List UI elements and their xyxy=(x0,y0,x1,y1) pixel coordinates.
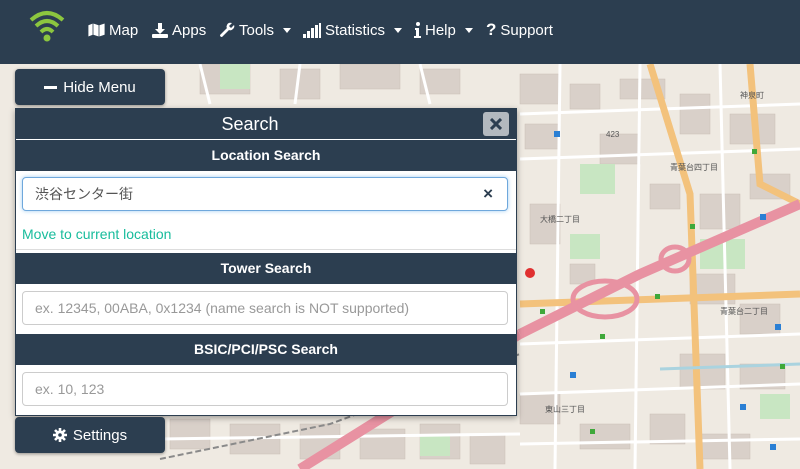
nav-statistics-label: Statistics xyxy=(325,21,386,39)
map-place-label: 青葉台四丁目 xyxy=(670,163,718,172)
map-road-number: 423 xyxy=(606,130,620,139)
tower-search-field[interactable] xyxy=(22,291,508,325)
nav-support[interactable]: ? Support xyxy=(486,20,553,40)
clear-icon[interactable]: × xyxy=(483,185,493,202)
close-icon xyxy=(490,118,502,130)
tower-search-header: Tower Search xyxy=(16,253,516,284)
settings-button[interactable]: Settings xyxy=(15,417,165,453)
nav-support-label: Support xyxy=(500,21,553,39)
map-place-label: 青葉台二丁目 xyxy=(720,307,768,316)
bsic-search-field[interactable] xyxy=(22,372,508,406)
nav-tools[interactable]: Tools xyxy=(219,20,292,40)
nav-help-label: Help xyxy=(425,21,456,39)
chevron-down-icon xyxy=(283,27,292,33)
nav-tools-label: Tools xyxy=(239,21,275,39)
bsic-search-input[interactable] xyxy=(23,373,487,405)
map-place-label: 神泉町 xyxy=(740,91,764,100)
nav-map-label: Map xyxy=(109,21,139,39)
map-place-label: 大橋二丁目 xyxy=(540,215,580,224)
nav-apps[interactable]: Apps xyxy=(152,20,206,40)
bsic-search-header: BSIC/PCI/PSC Search xyxy=(16,334,516,365)
wifi-signal-icon[interactable] xyxy=(28,10,66,44)
minus-icon xyxy=(44,85,58,89)
chevron-down-icon xyxy=(464,27,473,33)
info-icon xyxy=(414,22,421,38)
nav-map[interactable]: Map xyxy=(88,20,138,40)
search-panel-header: Search xyxy=(16,109,516,139)
navbar: Map Apps Tools Statistics Help ? Support xyxy=(0,0,800,64)
search-panel: Search Location Search × Move to current… xyxy=(15,108,517,416)
map-place-label: 東山三丁目 xyxy=(545,405,585,414)
map-icon xyxy=(88,23,105,37)
wrench-icon xyxy=(220,22,235,37)
gear-icon xyxy=(52,428,67,442)
location-search-field[interactable]: × xyxy=(22,177,508,211)
hide-menu-button[interactable]: Hide Menu xyxy=(15,69,165,105)
signal-bars-icon xyxy=(303,22,321,38)
close-button[interactable] xyxy=(483,112,509,136)
nav-apps-label: Apps xyxy=(172,21,207,39)
question-icon: ? xyxy=(486,20,497,39)
nav-statistics[interactable]: Statistics xyxy=(303,20,403,40)
settings-label: Settings xyxy=(72,426,128,444)
location-search-input[interactable] xyxy=(23,178,487,210)
chevron-down-icon xyxy=(394,27,403,33)
hide-menu-label: Hide Menu xyxy=(63,78,136,96)
search-panel-title: Search xyxy=(221,114,279,134)
move-to-current-location-link[interactable]: Move to current location xyxy=(22,226,171,242)
download-icon xyxy=(152,22,168,38)
tower-search-input[interactable] xyxy=(23,292,487,324)
nav-help[interactable]: Help xyxy=(414,20,473,40)
divider xyxy=(16,249,516,250)
location-search-header: Location Search xyxy=(16,140,516,171)
